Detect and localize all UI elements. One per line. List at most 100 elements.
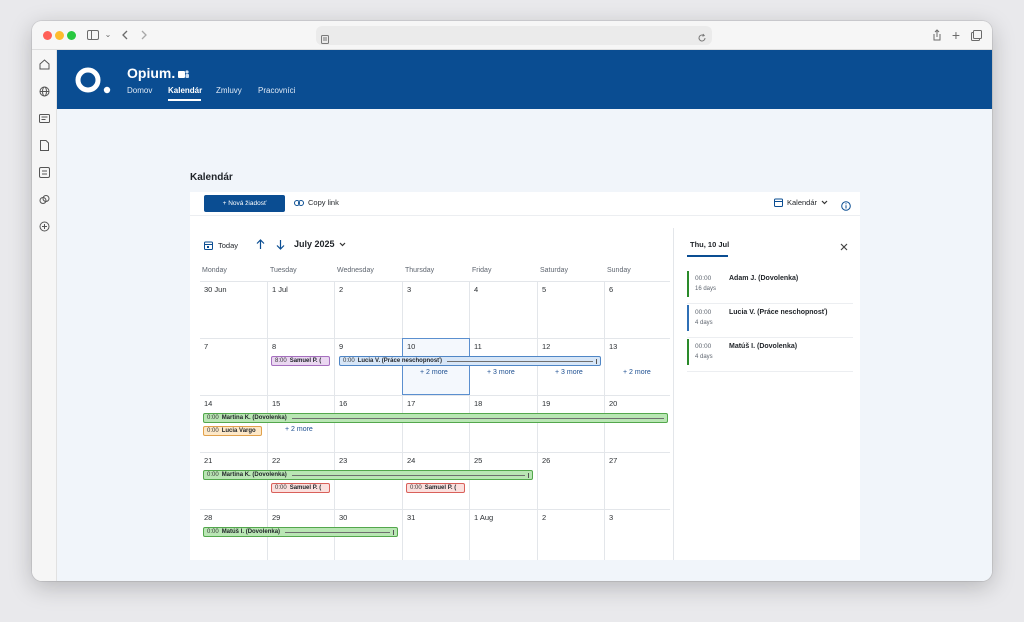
panel-event-item[interactable]: 00:00 4 days Lucia V. (Práce neschopnosť…	[687, 304, 853, 338]
event-time: 0:00	[343, 358, 355, 364]
back-icon[interactable]	[116, 27, 134, 43]
previous-month-button[interactable]	[256, 239, 265, 253]
day-number[interactable]: 2	[542, 513, 546, 522]
minimize-window-button[interactable]	[55, 31, 64, 40]
day-number[interactable]: 2	[339, 285, 343, 294]
event-title: Lucia V. (Práce neschopnosť)	[729, 309, 828, 316]
day-number[interactable]: 16	[339, 399, 347, 408]
view-selector[interactable]: Kalendár	[774, 198, 828, 207]
close-window-button[interactable]	[43, 31, 52, 40]
day-number[interactable]: 28	[204, 513, 212, 522]
browser-sidebar	[32, 50, 57, 581]
more-events-link[interactable]: + 2 more	[420, 369, 448, 376]
more-events-link[interactable]: + 3 more	[487, 369, 515, 376]
day-number[interactable]: 23	[339, 456, 347, 465]
day-number[interactable]: 1 Aug	[474, 513, 493, 522]
tabs-overview-icon[interactable]	[967, 27, 985, 43]
grid-line	[200, 395, 670, 396]
day-number[interactable]: 20	[609, 399, 617, 408]
link-icon[interactable]	[38, 193, 51, 206]
chevron-down-icon[interactable]: ⌄	[99, 27, 117, 43]
calendar-event[interactable]: 0:00 Lucia Vargo	[203, 426, 262, 436]
forward-icon[interactable]	[135, 27, 153, 43]
calendar-event[interactable]: 0:00 Lucia V. (Práce neschopnosť)	[339, 356, 601, 366]
day-number[interactable]: 4	[474, 285, 478, 294]
day-number[interactable]: 19	[542, 399, 550, 408]
calendar-event[interactable]: 0:00 Samuel P. (	[271, 483, 330, 493]
month-selector[interactable]: July 2025	[294, 239, 346, 249]
nav-home[interactable]: Domov	[127, 86, 152, 95]
day-number[interactable]: 13	[609, 342, 617, 351]
copy-link-label: Copy link	[308, 198, 339, 207]
day-number[interactable]: 30 Jun	[204, 285, 227, 294]
nav-contracts[interactable]: Zmluvy	[216, 86, 242, 95]
nav-workers[interactable]: Pracovníci	[258, 86, 295, 95]
calendar-event[interactable]: 0:00 Martina K. (Dovolenka)	[203, 413, 668, 423]
day-number[interactable]: 3	[407, 285, 411, 294]
day-number[interactable]: 1 Jul	[272, 285, 288, 294]
brand-logo[interactable]	[75, 65, 112, 95]
day-number[interactable]: 7	[204, 342, 208, 351]
day-number[interactable]: 8	[272, 342, 276, 351]
calendar-event[interactable]: 8:00 Samuel P. (	[271, 356, 330, 366]
day-number[interactable]: 6	[609, 285, 613, 294]
document-icon[interactable]	[38, 139, 51, 152]
globe-icon[interactable]	[38, 85, 51, 98]
day-number[interactable]: 25	[474, 456, 482, 465]
calendar-event[interactable]: 0:00 Martina K. (Dovolenka)	[203, 470, 533, 480]
day-number[interactable]: 18	[474, 399, 482, 408]
day-number[interactable]: 29	[272, 513, 280, 522]
close-icon[interactable]	[839, 239, 849, 251]
nav-calendar[interactable]: Kalendár	[168, 86, 202, 95]
day-number[interactable]: 14	[204, 399, 212, 408]
new-request-button[interactable]: + Nová žiadosť	[204, 195, 285, 212]
panel-event-item[interactable]: 00:00 4 days Matúš I. (Dovolenka)	[687, 338, 853, 372]
day-number[interactable]: 10	[407, 342, 415, 351]
day-number[interactable]: 31	[407, 513, 415, 522]
day-number[interactable]: 26	[542, 456, 550, 465]
add-circle-icon[interactable]	[38, 220, 51, 233]
weekday-header: Monday	[202, 267, 227, 274]
day-number[interactable]: 5	[542, 285, 546, 294]
copy-link-button[interactable]: Copy link	[294, 198, 339, 207]
event-duration: 4 days	[695, 354, 713, 360]
day-number[interactable]: 9	[339, 342, 343, 351]
info-icon[interactable]	[841, 198, 851, 211]
day-number[interactable]: 17	[407, 399, 415, 408]
home-icon[interactable]	[38, 58, 51, 71]
day-number[interactable]: 24	[407, 456, 415, 465]
day-number[interactable]: 22	[272, 456, 280, 465]
list-icon[interactable]	[38, 166, 51, 179]
next-month-button[interactable]	[276, 239, 285, 253]
day-number[interactable]: 27	[609, 456, 617, 465]
day-number[interactable]: 3	[609, 513, 613, 522]
day-number[interactable]: 30	[339, 513, 347, 522]
panel-event-item[interactable]: 00:00 16 days Adam J. (Dovolenka)	[687, 270, 853, 304]
panel-date-tab[interactable]: Thu, 10 Jul	[690, 240, 729, 249]
page-title: Kalendár	[190, 172, 233, 183]
address-bar[interactable]	[316, 26, 712, 45]
share-icon[interactable]	[928, 27, 946, 43]
new-tab-icon[interactable]: +	[947, 27, 965, 43]
more-events-link[interactable]: + 3 more	[555, 369, 583, 376]
teams-icon[interactable]	[178, 67, 189, 78]
event-time: 0:00	[207, 415, 219, 421]
calendar-event[interactable]: 0:00 Samuel P. (	[406, 483, 465, 493]
day-number[interactable]: 11	[474, 342, 482, 351]
event-time: 00:00	[695, 343, 712, 350]
reload-icon[interactable]	[697, 30, 707, 48]
weekday-header: Tuesday	[270, 267, 297, 274]
more-events-link[interactable]: + 2 more	[623, 369, 651, 376]
browser-titlebar: ⌄ +	[32, 21, 992, 50]
more-events-link[interactable]: + 2 more	[285, 426, 313, 433]
calendar-event[interactable]: 0:00 Matúš I. (Dovolenka)	[203, 527, 398, 537]
zoom-window-button[interactable]	[67, 31, 76, 40]
day-number[interactable]: 12	[542, 342, 550, 351]
day-number[interactable]: 21	[204, 456, 212, 465]
today-button[interactable]: Today	[204, 239, 238, 251]
id-card-icon[interactable]	[38, 112, 51, 125]
event-span-line	[291, 417, 664, 419]
month-grid: Monday Tuesday Wednesday Thursday Friday…	[200, 264, 670, 560]
day-number[interactable]: 15	[272, 399, 280, 408]
weekday-header: Thursday	[405, 267, 435, 274]
